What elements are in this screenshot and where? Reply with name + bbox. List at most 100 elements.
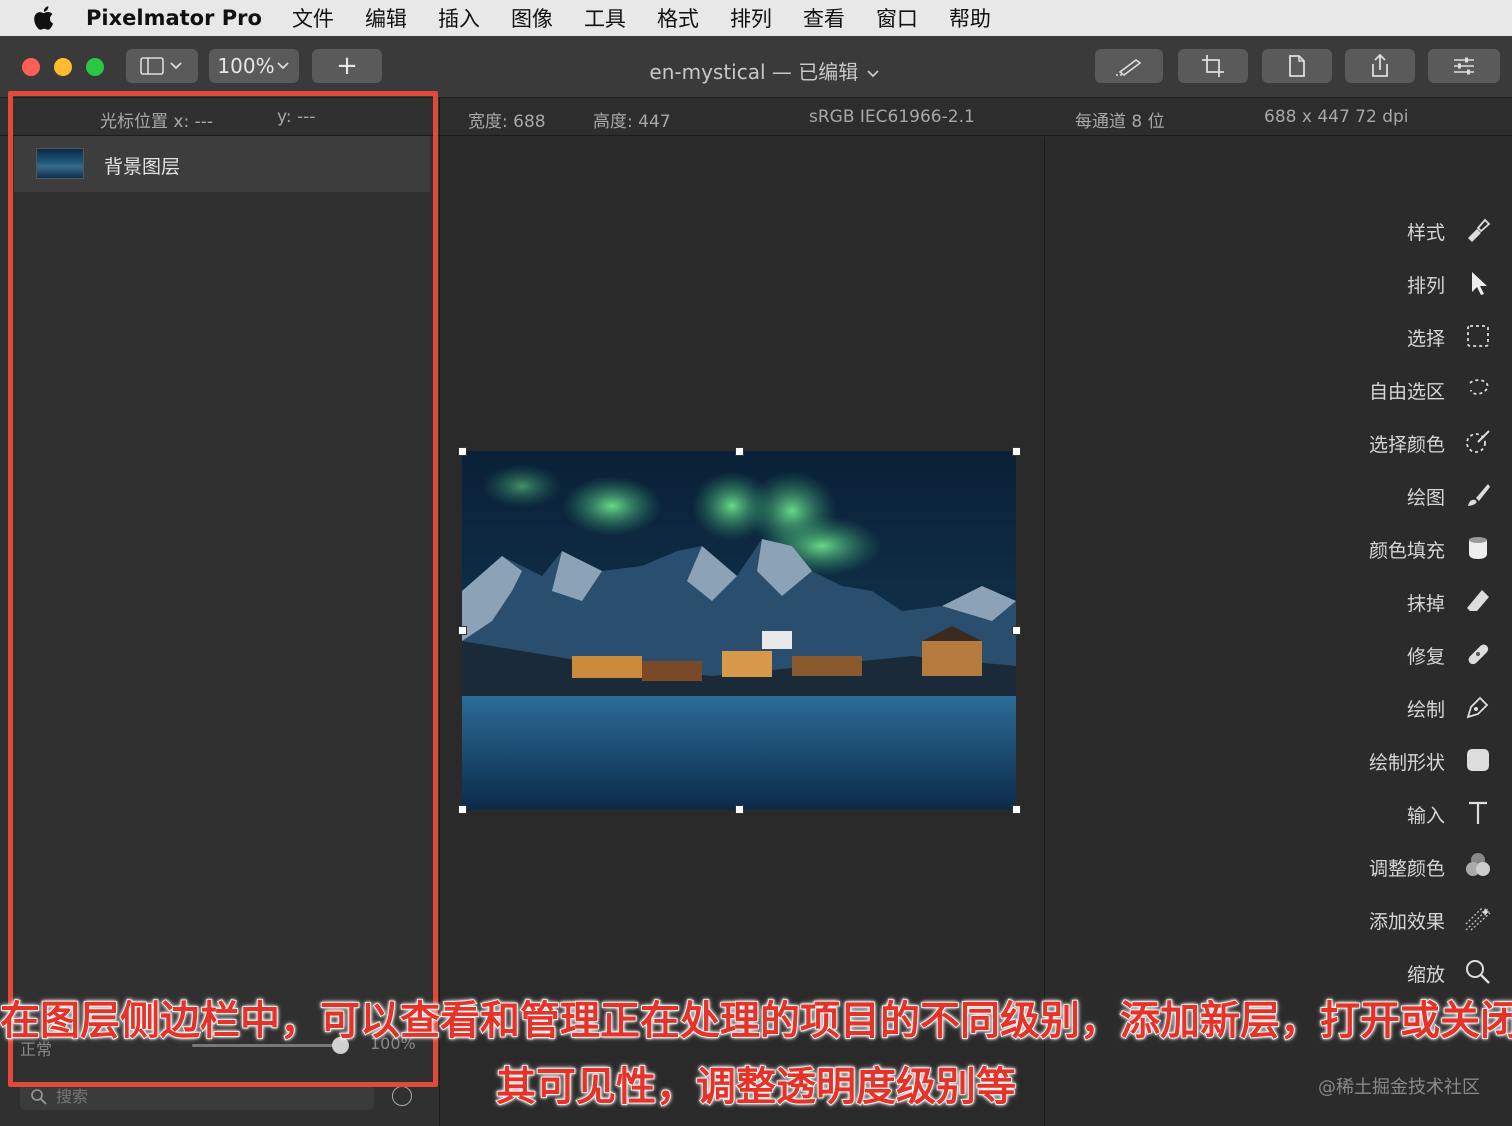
image-width: 宽度: 688 [468, 112, 546, 132]
tool-arrange[interactable]: 排列 [1045, 264, 1512, 304]
tool-label: 添加效果 [1368, 911, 1445, 933]
tool-label: 样式 [1406, 222, 1445, 244]
menu-view[interactable]: 查看 [803, 3, 845, 33]
menu-tools[interactable]: 工具 [584, 3, 626, 33]
pen-icon [1463, 692, 1493, 722]
add-button[interactable]: + [312, 49, 382, 83]
tool-label: 选择 [1406, 328, 1445, 350]
resize-handle[interactable] [735, 447, 744, 456]
tool-label: 自由选区 [1368, 381, 1445, 403]
resize-handle[interactable] [1012, 447, 1021, 456]
adjustments-button[interactable] [1428, 49, 1500, 83]
caption-line-1: 在图层侧边栏中，可以查看和管理正在处理的项目的不同级别，添加新层，打开或关闭 [0, 997, 1512, 1045]
chevron-down-icon [866, 69, 879, 77]
tool-zoom[interactable]: 缩放 [1045, 953, 1512, 993]
tool-label: 输入 [1406, 805, 1445, 827]
resize-handle[interactable] [1012, 805, 1021, 814]
sidebar-icon [140, 57, 182, 75]
size-dpi: 688 x 447 72 dpi [1264, 107, 1409, 127]
menu-file[interactable]: 文件 [292, 3, 334, 33]
color-select-wand-icon [1463, 427, 1493, 457]
tool-label: 绘制形状 [1368, 752, 1445, 774]
markup-button[interactable] [1095, 49, 1163, 83]
shape-icon [1463, 745, 1493, 775]
tool-pen[interactable]: 绘制 [1045, 688, 1512, 728]
tool-label: 抹掉 [1406, 593, 1445, 615]
sidebar-toggle-button[interactable] [126, 49, 198, 83]
share-icon [1372, 53, 1388, 77]
tool-type[interactable]: 输入 [1045, 794, 1512, 834]
paint-bucket-icon [1463, 533, 1493, 563]
tool-select[interactable]: 选择 [1045, 317, 1512, 357]
tool-paint[interactable]: 绘图 [1045, 476, 1512, 516]
canvas-image[interactable] [462, 451, 1016, 810]
tool-color-fill[interactable]: 颜色填充 [1045, 529, 1512, 569]
tool-erase[interactable]: 抹掉 [1045, 582, 1512, 622]
tool-label: 缩放 [1406, 964, 1445, 986]
app-menu[interactable]: Pixelmator Pro [86, 6, 262, 30]
crop-button[interactable] [1178, 49, 1248, 83]
document-info-bar: 宽度: 688 高度: 447 sRGB IEC61966-2.1 每通道 8 … [440, 98, 1512, 136]
zoom-level-dropdown[interactable]: 100% [209, 49, 299, 83]
menu-format[interactable]: 格式 [657, 3, 699, 33]
sliders-icon [1454, 57, 1474, 75]
bit-depth: 每通道 8 位 [1075, 112, 1165, 132]
tool-label: 绘制 [1406, 699, 1445, 721]
resize-handle[interactable] [1012, 626, 1021, 635]
tool-shape[interactable]: 绘制形状 [1045, 741, 1512, 781]
effects-icon [1463, 904, 1493, 934]
tool-label: 选择颜色 [1368, 434, 1445, 456]
tool-freeform-select[interactable]: 自由选区 [1045, 370, 1512, 410]
menu-image[interactable]: 图像 [511, 3, 553, 33]
tool-label: 调整颜色 [1368, 858, 1445, 880]
tool-label: 排列 [1406, 275, 1445, 297]
menu-insert[interactable]: 插入 [438, 3, 480, 33]
share-button[interactable] [1345, 49, 1415, 83]
menu-arrange[interactable]: 排列 [730, 3, 772, 33]
canvas-area[interactable] [440, 137, 1044, 1126]
close-window-button[interactable] [22, 58, 40, 76]
resize-handle[interactable] [458, 447, 467, 456]
resize-handle[interactable] [458, 626, 467, 635]
highlight-box [8, 91, 438, 1087]
document-button[interactable] [1262, 49, 1332, 83]
pen-markup-icon [1116, 59, 1142, 76]
aurora-landscape-image [462, 451, 1016, 810]
tools-sidebar: 样式 排列 选择 自由选区 选择颜色 绘图 颜色填充 抹掉 修复 绘制 绘制形状 [1044, 137, 1512, 1126]
document-title-text: en-mystical — 已编辑 [649, 60, 859, 84]
resize-handle[interactable] [735, 805, 744, 814]
document-icon [1289, 55, 1305, 77]
tool-color-select[interactable]: 选择颜色 [1045, 423, 1512, 463]
paint-brush-icon [1463, 480, 1493, 510]
menu-edit[interactable]: 编辑 [365, 3, 407, 33]
resize-handle[interactable] [458, 805, 467, 814]
zoom-window-button[interactable] [86, 58, 104, 76]
lasso-icon [1463, 374, 1493, 404]
menu-bar: Pixelmator Pro 文件 编辑 插入 图像 工具 格式 排列 查看 窗… [0, 0, 1512, 36]
bandage-icon [1463, 639, 1493, 669]
apple-logo-icon[interactable] [32, 5, 66, 31]
tool-adjust-colors[interactable]: 调整颜色 [1045, 847, 1512, 887]
tool-repair[interactable]: 修复 [1045, 635, 1512, 675]
style-brush-icon [1463, 215, 1493, 245]
chevron-down-icon [276, 62, 289, 70]
add-label: + [336, 51, 358, 81]
zoom-level-label: 100% [217, 54, 275, 78]
tool-add-effects[interactable]: 添加效果 [1045, 900, 1512, 940]
image-height: 高度: 447 [593, 112, 671, 132]
menu-help[interactable]: 帮助 [949, 3, 991, 33]
zoom-icon [1463, 957, 1493, 987]
color-profile: sRGB IEC61966-2.1 [809, 107, 975, 127]
tool-style[interactable]: 样式 [1045, 211, 1512, 251]
tool-label: 颜色填充 [1368, 540, 1445, 562]
crop-icon [1202, 55, 1224, 77]
eraser-icon [1463, 586, 1493, 616]
watermark: @稀土掘金技术社区 [1318, 1077, 1480, 1098]
menu-window[interactable]: 窗口 [876, 3, 918, 33]
text-icon [1463, 798, 1493, 828]
document-title[interactable]: en-mystical — 已编辑 [560, 56, 970, 85]
tool-label: 绘图 [1406, 487, 1445, 509]
minimize-window-button[interactable] [54, 58, 72, 76]
caption-line-2: 其可见性，调整透明度级别等 [495, 1063, 1017, 1111]
tool-label: 修复 [1406, 646, 1445, 668]
